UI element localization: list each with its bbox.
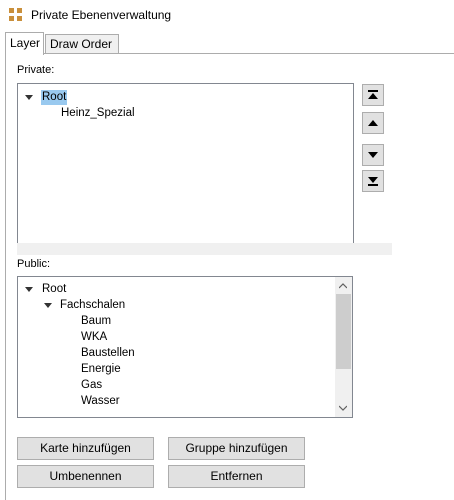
private-label: Private: <box>17 64 55 76</box>
tree-node-fachschalen[interactable]: Fachschalen <box>60 298 125 313</box>
tree-node-root[interactable]: Root <box>41 90 68 105</box>
tab-draw-order[interactable]: Draw Order <box>45 34 119 54</box>
move-down-icon <box>368 152 378 158</box>
expand-arrow-icon[interactable] <box>44 303 52 308</box>
tree-node-baustellen[interactable]: Baustellen <box>81 346 135 361</box>
expand-arrow-icon[interactable] <box>25 95 33 100</box>
remove-button[interactable]: Entfernen <box>168 465 305 488</box>
rename-button[interactable]: Umbenennen <box>17 465 154 488</box>
move-down-button[interactable] <box>362 144 384 166</box>
tab-layer[interactable]: Layer <box>5 32 44 55</box>
scroll-down-icon[interactable] <box>339 404 347 412</box>
public-tree[interactable]: Root Fachschalen Baum WKA Baustellen Ene… <box>17 276 353 418</box>
vertical-scrollbar[interactable] <box>335 277 352 417</box>
move-to-bottom-button[interactable] <box>362 170 384 192</box>
tree-node-baum[interactable]: Baum <box>81 314 111 329</box>
tree-node-wka[interactable]: WKA <box>81 330 107 345</box>
scroll-up-icon[interactable] <box>339 282 347 290</box>
tree-node-gas[interactable]: Gas <box>81 378 102 393</box>
scroll-thumb[interactable] <box>336 294 351 369</box>
tree-node-energie[interactable]: Energie <box>81 362 121 377</box>
move-up-button[interactable] <box>362 112 384 134</box>
tree-node-heinz-spezial[interactable]: Heinz_Spezial <box>61 106 135 121</box>
tree-node-root[interactable]: Root <box>42 282 66 297</box>
public-label: Public: <box>17 258 51 270</box>
move-up-icon <box>368 120 378 126</box>
app-grid-icon <box>9 8 22 21</box>
window-title: Private Ebenenverwaltung <box>31 8 172 22</box>
private-tree[interactable]: Root Heinz_Spezial <box>17 83 354 245</box>
expand-arrow-icon[interactable] <box>25 287 33 292</box>
add-group-button[interactable]: Gruppe hinzufügen <box>168 437 305 460</box>
splitter[interactable] <box>17 243 392 255</box>
tree-node-wasser[interactable]: Wasser <box>81 394 120 409</box>
move-to-top-button[interactable] <box>362 84 384 106</box>
add-map-button[interactable]: Karte hinzufügen <box>17 437 154 460</box>
title-bar: Private Ebenenverwaltung <box>0 0 454 31</box>
